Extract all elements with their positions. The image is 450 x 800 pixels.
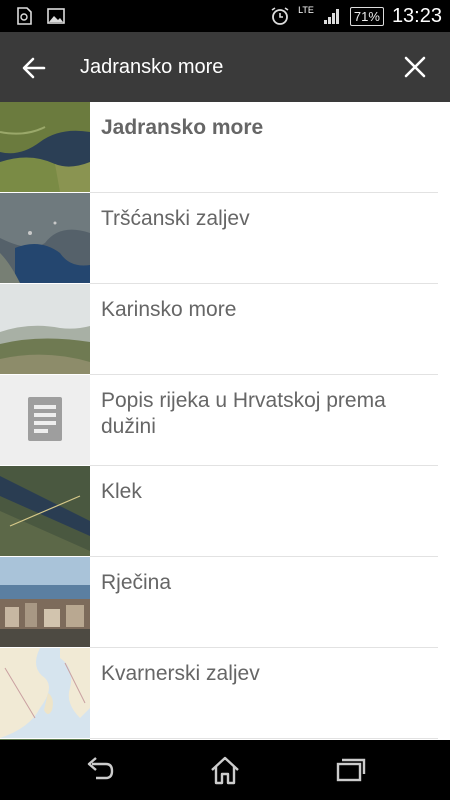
document-icon xyxy=(0,375,90,465)
search-results-list: Jadransko more Tršćanski zaljev Karinsko… xyxy=(0,102,450,740)
result-item[interactable]: Jadransko more xyxy=(0,102,450,193)
sd-card-icon xyxy=(17,7,32,25)
result-item[interactable]: Popis rijeka u Hrvatskoj prema dužini xyxy=(0,375,450,466)
network-type: LTE xyxy=(298,4,314,15)
system-nav-bar xyxy=(0,740,450,800)
alarm-icon xyxy=(271,7,289,25)
arrow-left-icon[interactable] xyxy=(20,54,48,82)
result-item[interactable]: Tršćanski zaljev xyxy=(0,193,450,284)
clock: 13:23 xyxy=(391,5,442,27)
result-label: Rječina xyxy=(101,571,172,594)
result-item[interactable]: Klek xyxy=(0,466,450,557)
result-item[interactable]: Rječina xyxy=(0,557,450,648)
result-label: Popis rijeka u Hrvatskoj prema dužini xyxy=(101,389,386,438)
thumbnail-city-photo xyxy=(0,557,90,647)
result-label: Tršćanski zaljev xyxy=(101,207,250,230)
app-bar: Jadransko more xyxy=(0,32,450,102)
thumbnail-satellite-trieste xyxy=(0,193,90,283)
result-label: Kvarnerski zaljev xyxy=(101,662,260,685)
search-query-title[interactable]: Jadransko more xyxy=(80,54,223,80)
result-label: Karinsko more xyxy=(101,298,237,321)
thumbnail-satellite-adriatic xyxy=(0,102,90,192)
thumbnail-landscape-hills xyxy=(0,284,90,374)
thumbnail-map-kvarner xyxy=(0,648,90,738)
close-icon[interactable] xyxy=(402,54,428,80)
result-label: Klek xyxy=(101,480,142,503)
result-item[interactable]: Kvarnerski zaljev xyxy=(0,648,450,739)
home-icon[interactable] xyxy=(208,754,242,786)
back-icon[interactable] xyxy=(84,754,118,786)
result-item[interactable]: Karinsko more xyxy=(0,284,450,375)
recents-icon[interactable] xyxy=(333,754,367,786)
result-label: Jadransko more xyxy=(101,116,264,139)
image-icon xyxy=(47,8,65,24)
signal-icon xyxy=(323,9,339,24)
status-bar: LTE 71% 13:23 xyxy=(0,0,450,32)
battery-indicator: 71% xyxy=(349,6,384,26)
thumbnail-satellite-coast xyxy=(0,466,90,556)
